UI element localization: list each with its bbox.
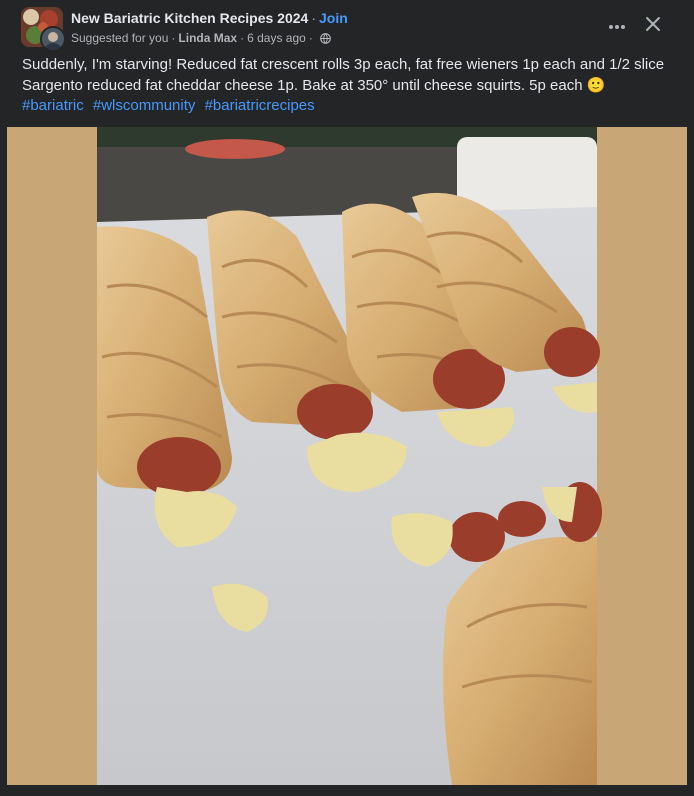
hashtag-link[interactable]: #bariatric — [22, 97, 84, 114]
more-options-icon — [608, 17, 626, 35]
hashtag-link[interactable]: #wlscommunity — [93, 97, 196, 114]
separator: · — [240, 31, 245, 45]
photo-illustration — [97, 127, 602, 785]
more-options-button[interactable] — [602, 12, 632, 40]
post-text: Suddenly, I'm starving! Reduced fat cres… — [22, 56, 665, 94]
post-timestamp[interactable]: 6 days ago — [247, 31, 306, 45]
feed-post: New Bariatric Kitchen Recipes 2024 · Join … — [0, 0, 694, 796]
post-body: Suddenly, I'm starving! Reduced fat cres… — [22, 55, 677, 117]
post-meta: Suggested for you · Linda Max · 6 days a… — [71, 31, 331, 45]
separator: · — [311, 10, 317, 26]
author-avatar[interactable] — [40, 26, 66, 52]
group-title-line: New Bariatric Kitchen Recipes 2024 · Join — [71, 10, 348, 26]
hashtag-link[interactable]: #bariatricrecipes — [205, 97, 315, 114]
smile-emoji: 🙂 — [586, 76, 606, 94]
close-icon — [645, 16, 661, 37]
hashtag-list: #bariatric #wlscommunity #bariatricrecip… — [22, 96, 677, 117]
globe-icon — [319, 32, 331, 44]
group-name-link[interactable]: New Bariatric Kitchen Recipes 2024 — [71, 10, 308, 26]
separator: · — [171, 31, 176, 45]
post-header: New Bariatric Kitchen Recipes 2024 · Join … — [0, 0, 694, 52]
join-button[interactable]: Join — [319, 10, 348, 26]
post-photo[interactable] — [7, 127, 687, 785]
suggested-label: Suggested for you — [71, 31, 169, 45]
post-footer-edge — [0, 785, 694, 796]
close-button[interactable] — [637, 10, 669, 42]
author-link[interactable]: Linda Max — [178, 31, 237, 45]
separator: · — [308, 31, 313, 45]
